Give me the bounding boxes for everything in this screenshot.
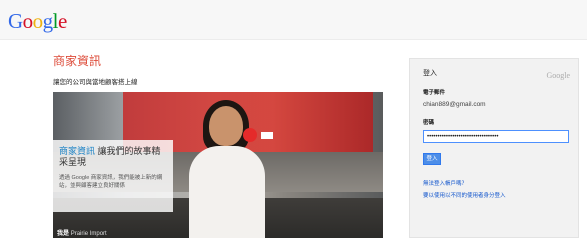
hero-red-sign [243, 128, 257, 142]
hero-image: 商家資訊 讓我們的故事精采呈現 透過 Google 商家資訊，我們能被上新的網站… [53, 92, 383, 238]
logo-letter: g [42, 9, 54, 33]
page-title: 商家資訊 [53, 54, 102, 68]
login-panel: 登入 Google 電子郵件 chian889@gmail.com 密碼 登入 … [409, 58, 579, 238]
email-label: 電子郵件 [423, 90, 446, 96]
hero-headline: 商家資訊 讓我們的故事精采呈現 [59, 146, 167, 168]
logo-letter: G [8, 9, 23, 33]
signin-button[interactable]: 登入 [423, 153, 441, 165]
hero-price-tag [261, 132, 273, 139]
logo-letter: o [22, 9, 34, 33]
logo-letter: e [58, 9, 67, 33]
top-bar: Google [0, 0, 587, 40]
other-account-link[interactable]: 要以使用以不同的使用者身分登入 [423, 191, 565, 199]
page-subtitle: 讓您的公司與當地顧客搭上線 [53, 79, 138, 86]
hero-body-text: 透過 Google 商家資訊，我們能被上新的網站，並與顧客建立良好關係 [59, 175, 163, 189]
hero-overlay-card: 商家資訊 讓我們的故事精采呈現 透過 Google 商家資訊，我們能被上新的網站… [53, 140, 173, 212]
hero-caption-name: 我是 [57, 231, 70, 237]
hero-headline-accent: 商家資訊 [59, 146, 96, 156]
google-logo[interactable]: Google [8, 9, 67, 34]
hero-face [209, 106, 243, 146]
hero-person [181, 100, 271, 238]
hero-caption: 我是 Prairie Import [57, 228, 107, 237]
password-label: 密碼 [423, 120, 435, 126]
logo-letter: o [32, 9, 44, 33]
password-input[interactable] [423, 130, 569, 143]
cant-access-account-link[interactable]: 無法登入帳戶嗎？ [423, 179, 565, 187]
login-title: 登入 [423, 70, 437, 77]
email-value: chian889@gmail.com [423, 101, 486, 108]
hero-shirt [189, 146, 265, 238]
login-brand-logo: Google [546, 71, 570, 80]
hero-caption-role: Prairie Import [70, 231, 107, 237]
